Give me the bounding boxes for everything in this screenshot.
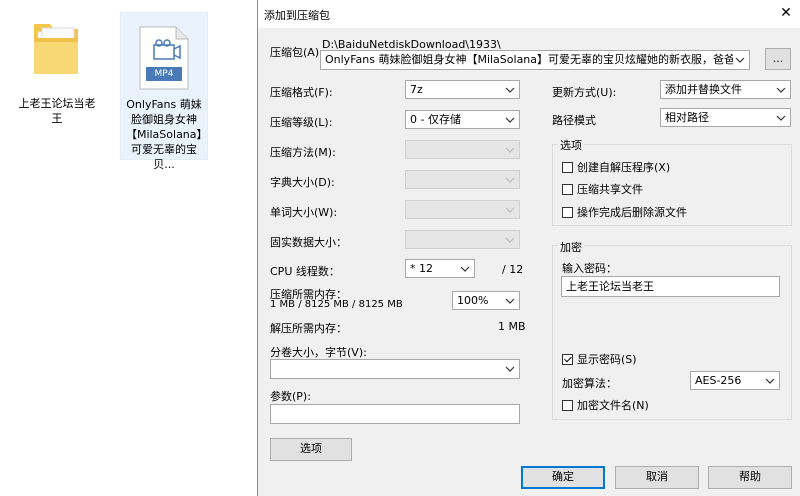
compress-shared-checkbox[interactable]: 压缩共享文件	[562, 181, 643, 197]
options-group-title: 选项	[558, 137, 584, 153]
password-label: 输入密码：	[562, 262, 617, 275]
create-sfx-label: 创建自解压程序(X)	[577, 161, 671, 174]
dialog-titlebar: 添加到压缩包 ✕	[258, 0, 800, 28]
params-label: 参数(P):	[270, 390, 311, 403]
chevron-down-icon	[504, 360, 516, 377]
path-mode-label: 路径模式	[552, 114, 596, 127]
archive-label: 压缩包(A):	[270, 46, 323, 59]
browse-button[interactable]: ...	[765, 48, 791, 70]
chevron-down-icon	[504, 201, 516, 218]
mp4-badge: MP4	[154, 69, 174, 79]
chevron-down-icon	[504, 141, 516, 158]
folder-label: 上老王论坛当老王	[18, 97, 96, 125]
update-label: 更新方式(U):	[552, 86, 617, 99]
format-select[interactable]: 7z	[405, 80, 520, 99]
split-size-combo[interactable]	[270, 359, 520, 379]
compress-shared-label: 压缩共享文件	[577, 183, 643, 196]
options-button[interactable]: 选项	[270, 438, 352, 461]
cpu-total: / 12	[502, 263, 524, 276]
chevron-down-icon	[504, 111, 516, 128]
chevron-down-icon	[775, 109, 787, 126]
update-mode-value: 添加并替换文件	[665, 83, 742, 96]
path-mode-select[interactable]: 相对路径	[660, 108, 791, 127]
show-password-label: 显示密码(S)	[577, 353, 637, 366]
delete-source-checkbox[interactable]: 操作完成后删除源文件	[562, 204, 687, 220]
add-to-archive-dialog: 添加到压缩包 ✕ 压缩包(A): D:\BaiduNetdiskDownload…	[257, 0, 800, 496]
encrypt-filenames-label: 加密文件名(N)	[577, 399, 649, 412]
delete-source-label: 操作完成后删除源文件	[577, 206, 687, 219]
chevron-down-icon	[504, 171, 516, 188]
cpu-label: CPU 线程数：	[270, 265, 340, 278]
password-input[interactable]: 上老王论坛当老王	[561, 276, 780, 297]
mem-percent-select[interactable]: 100%	[452, 291, 520, 310]
help-button[interactable]: 帮助	[708, 466, 792, 489]
dialog-title: 添加到压缩包	[264, 9, 330, 22]
archive-name-combo[interactable]: OnlyFans 萌妹脸御姐身女神【MilaSolana】可爱无辜的宝贝炫耀她的…	[320, 50, 750, 70]
mp4-file-icon: MP4	[136, 25, 190, 91]
format-label: 压缩格式(F):	[270, 86, 333, 99]
encryption-group-title: 加密	[558, 239, 584, 255]
checkbox-box	[562, 183, 573, 195]
cpu-threads-select[interactable]: * 12	[405, 259, 475, 278]
chevron-down-icon	[775, 81, 787, 98]
ok-button[interactable]: 确定	[521, 466, 605, 489]
enc-method-value: AES-256	[695, 374, 742, 387]
solid-label: 固实数据大小：	[270, 236, 347, 249]
checkbox-box	[562, 161, 573, 173]
checkbox-box	[562, 206, 573, 218]
mem-comp-detail: 1 MB / 8125 MB / 8125 MB	[270, 299, 403, 310]
cpu-threads-value: * 12	[410, 262, 433, 275]
archive-name-value: OnlyFans 萌妹脸御姐身女神【MilaSolana】可爱无辜的宝贝炫耀她的…	[325, 53, 733, 66]
mem-percent-value: 100%	[457, 294, 489, 307]
desktop-folder[interactable]: 上老王论坛当老王	[18, 10, 96, 130]
chevron-down-icon	[459, 260, 471, 277]
method-label: 压缩方法(M):	[270, 146, 336, 159]
checkbox-box	[562, 399, 573, 411]
mem-decomp-label: 解压所需内存：	[270, 322, 347, 335]
close-icon[interactable]: ✕	[777, 4, 795, 22]
level-select[interactable]: 0 - 仅存储	[405, 110, 520, 129]
cancel-button[interactable]: 取消	[615, 466, 699, 489]
checkbox-box-checked	[562, 353, 573, 365]
folder-icon	[32, 16, 82, 74]
enc-method-select[interactable]: AES-256	[690, 371, 780, 390]
update-mode-select[interactable]: 添加并替换文件	[660, 80, 791, 99]
chevron-down-icon	[764, 372, 776, 389]
encrypt-filenames-checkbox[interactable]: 加密文件名(N)	[562, 397, 649, 413]
method-select[interactable]	[405, 140, 520, 159]
show-password-checkbox[interactable]: 显示密码(S)	[562, 351, 637, 367]
path-mode-value: 相对路径	[665, 111, 709, 124]
chevron-down-icon	[734, 51, 746, 68]
mem-decomp-value: 1 MB	[498, 320, 526, 333]
level-value: 0 - 仅存储	[410, 113, 461, 126]
level-label: 压缩等级(L):	[270, 116, 333, 129]
params-input[interactable]	[270, 404, 520, 424]
word-label: 单词大小(W):	[270, 206, 338, 219]
mp4-file-label: OnlyFans 萌妹脸御姐身女神【MilaSolana】可爱无辜的宝贝...	[125, 98, 203, 171]
chevron-down-icon	[504, 81, 516, 98]
format-value: 7z	[410, 83, 423, 96]
dict-label: 字典大小(D):	[270, 176, 335, 189]
word-select[interactable]	[405, 200, 520, 219]
chevron-down-icon	[504, 292, 516, 309]
split-label: 分卷大小，字节(V):	[270, 346, 367, 359]
create-sfx-checkbox[interactable]: 创建自解压程序(X)	[562, 159, 670, 175]
enc-method-label: 加密算法：	[562, 377, 617, 390]
chevron-down-icon	[504, 231, 516, 248]
solid-select[interactable]	[405, 230, 520, 249]
dict-select[interactable]	[405, 170, 520, 189]
desktop-mp4-file[interactable]: MP4 OnlyFans 萌妹脸御姐身女神【MilaSolana】可爱无辜的宝贝…	[120, 12, 208, 171]
